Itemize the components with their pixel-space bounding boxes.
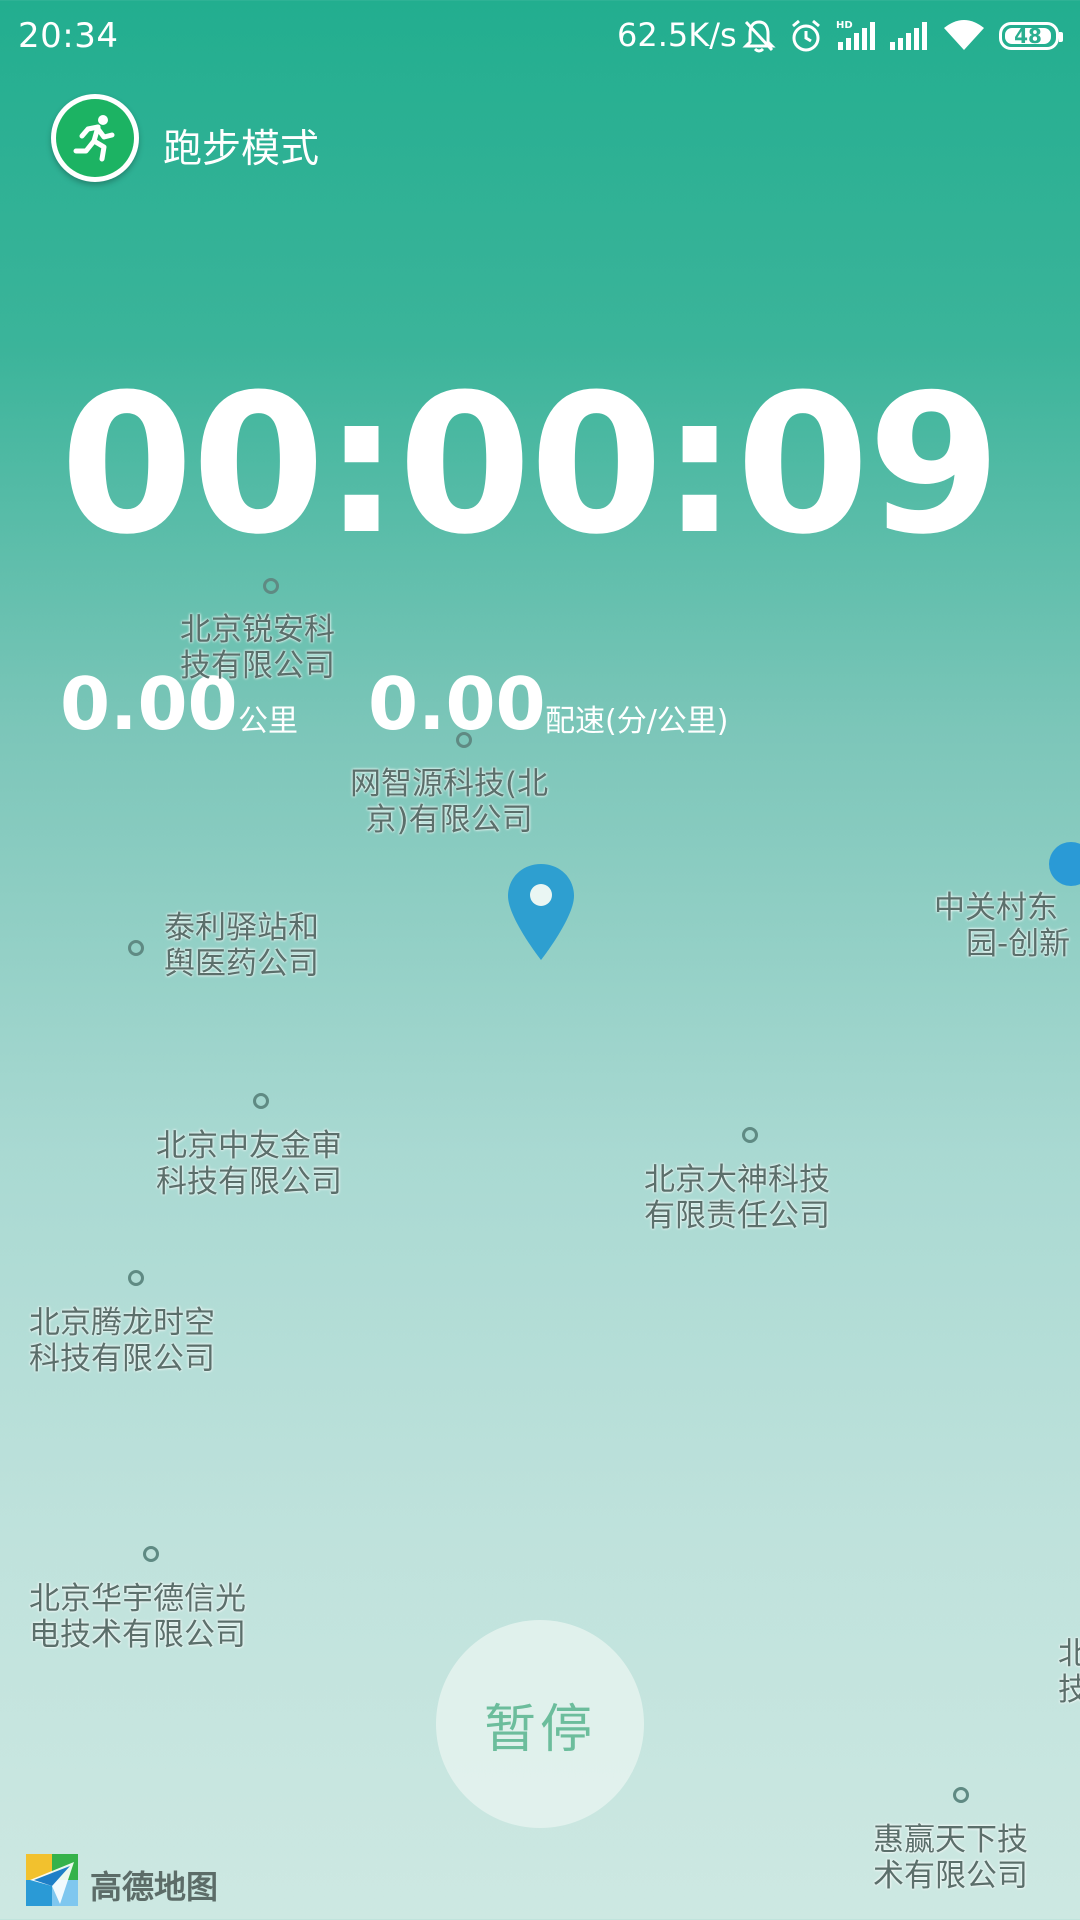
status-bar: 20:34 62.5K/s HD 48 bbox=[0, 0, 1080, 72]
running-mode-icon[interactable] bbox=[51, 94, 139, 182]
poi-label[interactable]: 北京大神科技 有限责任公司 bbox=[644, 1162, 830, 1234]
svg-text:HD: HD bbox=[836, 20, 853, 31]
elapsed-timer: 00:00:09 bbox=[60, 354, 1001, 577]
poi-label[interactable]: 惠赢天下技 术有限公司 bbox=[873, 1822, 1028, 1894]
poi-label[interactable]: 北京华宇德信光 电技术有限公司 bbox=[29, 1581, 246, 1653]
signal-icon bbox=[890, 22, 927, 50]
poi-marker[interactable] bbox=[953, 1787, 969, 1803]
poi-marker[interactable] bbox=[456, 732, 472, 748]
poi-label[interactable]: 中关村东 园-创新 bbox=[934, 890, 1070, 962]
poi-marker[interactable] bbox=[253, 1093, 269, 1109]
poi-label[interactable]: 北京中友金审 科技有限公司 bbox=[156, 1128, 342, 1200]
mute-bell-icon bbox=[742, 20, 776, 53]
distance-unit: 公里 bbox=[238, 704, 298, 739]
alarm-icon bbox=[792, 19, 820, 52]
pause-button[interactable]: 暂停 bbox=[436, 1620, 644, 1828]
pause-label: 暂停 bbox=[483, 1699, 596, 1760]
poi-label[interactable]: 网智源科技(北 京)有限公司 bbox=[350, 766, 548, 838]
amap-logo-icon bbox=[26, 1854, 78, 1906]
mode-title: 跑步模式 bbox=[163, 127, 320, 172]
amap-logo-text: 高德地图 bbox=[90, 1868, 219, 1906]
location-pin-icon[interactable] bbox=[506, 862, 576, 962]
pace-unit: 配速(分/公里) bbox=[545, 704, 729, 739]
running-person-icon bbox=[73, 115, 115, 162]
poi-label[interactable]: 泰利驿站和 舆医药公司 bbox=[164, 910, 319, 982]
poi-label[interactable]: 北京腾龙时空 科技有限公司 bbox=[29, 1305, 215, 1377]
battery-level: 48 bbox=[1014, 24, 1042, 48]
poi-label[interactable]: 北技 bbox=[1058, 1636, 1080, 1708]
pace-value: 0.00 bbox=[368, 662, 546, 746]
status-time: 20:34 bbox=[18, 16, 119, 56]
network-speed: 62.5K/s bbox=[617, 16, 737, 54]
building-poi-icon[interactable] bbox=[1049, 842, 1080, 886]
hd-signal-icon: HD bbox=[836, 20, 875, 50]
poi-marker[interactable] bbox=[742, 1127, 758, 1143]
poi-marker[interactable] bbox=[263, 578, 279, 594]
wifi-icon bbox=[944, 20, 984, 50]
battery-icon: 48 bbox=[999, 22, 1063, 50]
poi-marker[interactable] bbox=[143, 1546, 159, 1562]
poi-marker[interactable] bbox=[128, 940, 144, 956]
poi-label[interactable]: 北京锐安科 技有限公司 bbox=[180, 612, 335, 684]
poi-marker[interactable] bbox=[128, 1270, 144, 1286]
